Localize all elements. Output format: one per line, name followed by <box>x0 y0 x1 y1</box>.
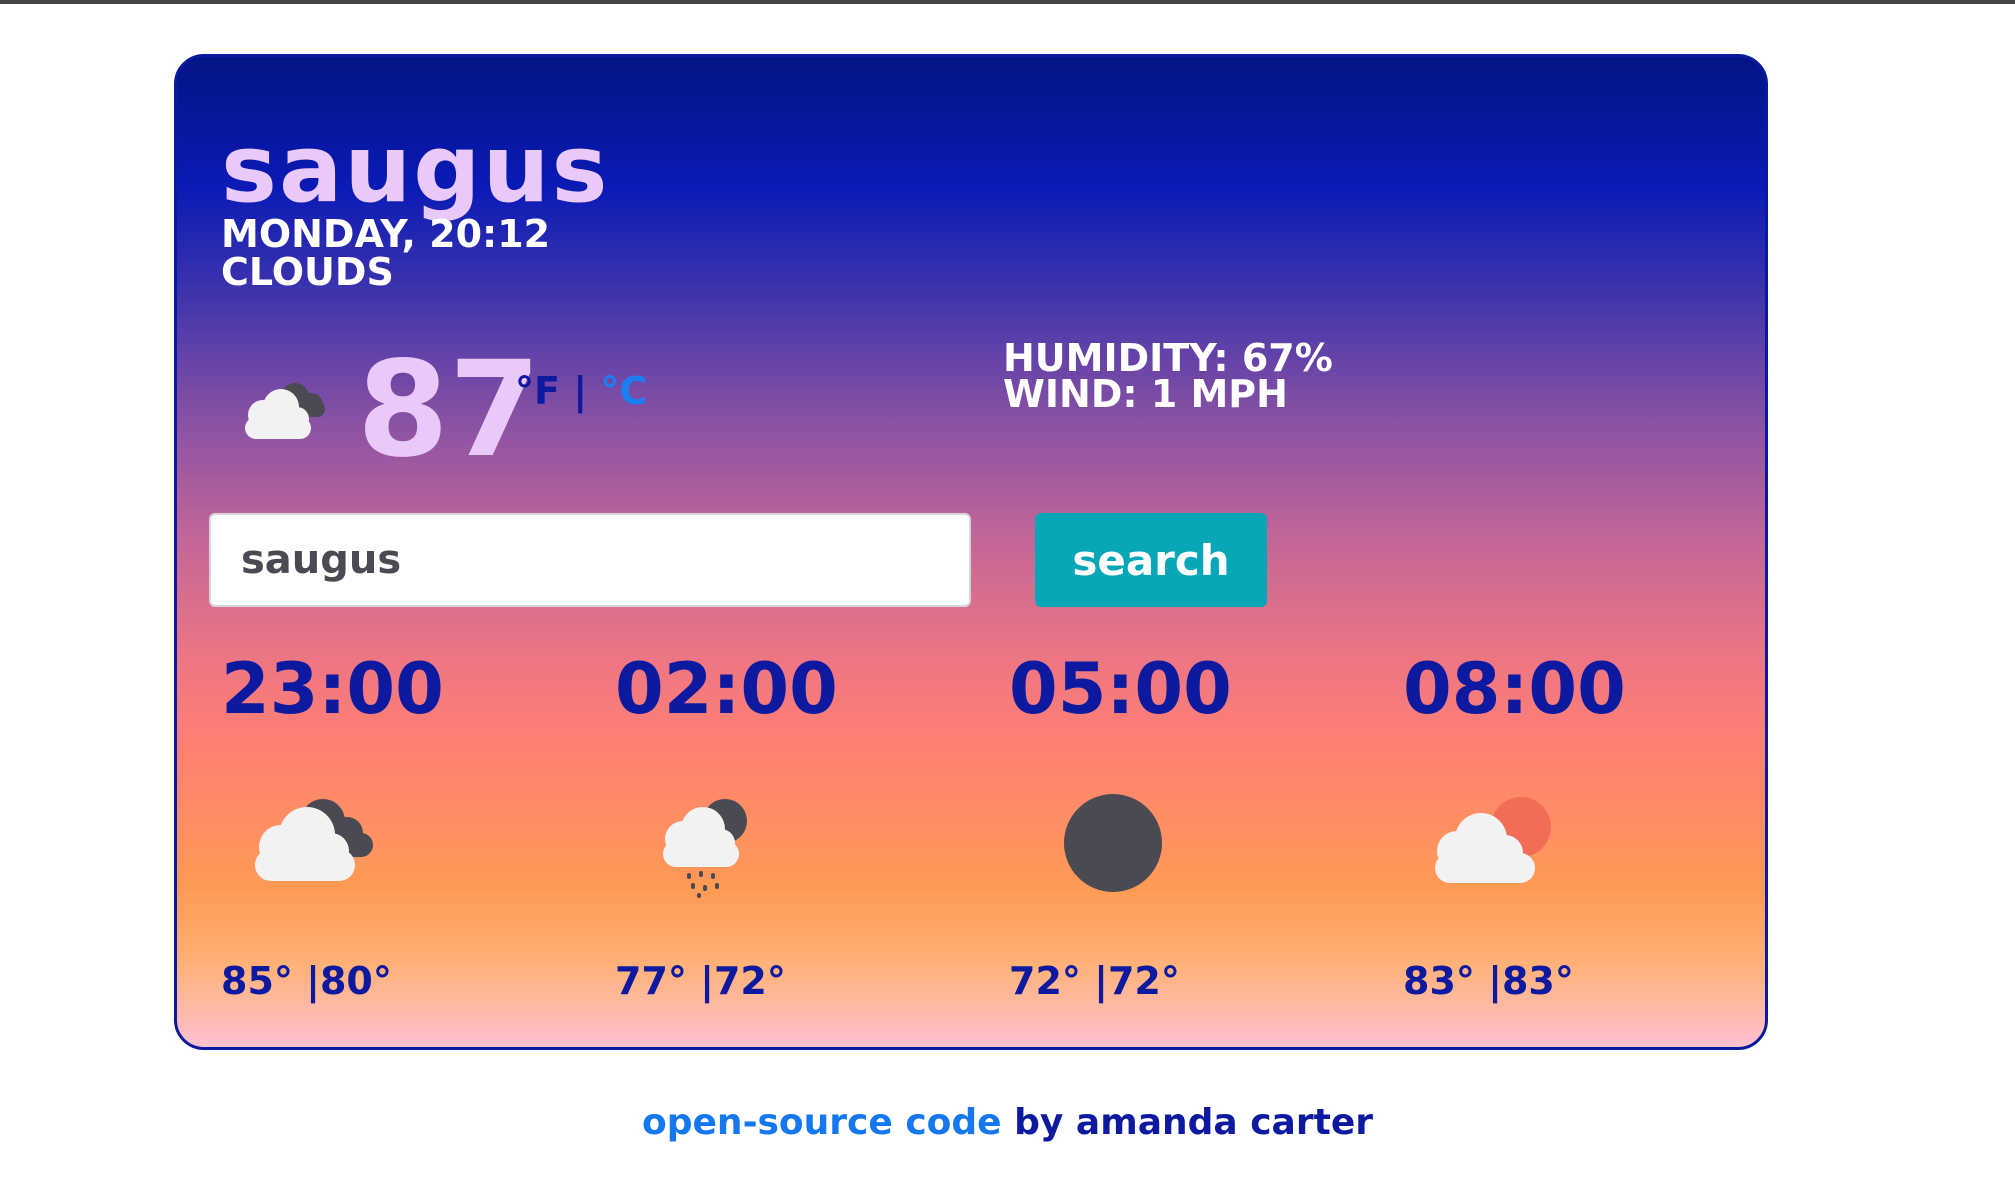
city-name: saugus <box>221 115 610 224</box>
forecast-item: 02:00 77° |72° <box>615 648 915 1003</box>
author-credit: by amanda carter <box>1001 1102 1373 1143</box>
forecast-time: 23:00 <box>221 648 444 730</box>
unit-separator: | <box>559 369 601 413</box>
clear-night-moon-icon <box>1023 789 1173 903</box>
date-time: MONDAY, 20:12 <box>221 212 551 256</box>
unit-toggle: °F | °C <box>515 369 647 413</box>
forecast-item: 08:00 83° |83° <box>1403 648 1703 1003</box>
weather-description: CLOUDS <box>221 250 394 294</box>
footer: open-source code by amanda carter <box>0 1102 2015 1143</box>
current-temperature: 87 <box>357 333 541 487</box>
partly-cloudy-day-icon <box>1417 789 1567 903</box>
forecast-temps: 83° |83° <box>1403 959 1574 1003</box>
forecast-time: 02:00 <box>615 648 838 730</box>
rain-night-icon <box>629 789 779 903</box>
celsius-link[interactable]: °C <box>600 369 647 413</box>
top-border <box>0 0 2015 4</box>
forecast-temps: 77° |72° <box>615 959 786 1003</box>
open-source-link[interactable]: open-source code <box>642 1102 1002 1143</box>
forecast-time: 05:00 <box>1009 648 1232 730</box>
search-input[interactable] <box>209 513 971 607</box>
wind: WIND: 1 MPH <box>1003 372 1288 416</box>
forecast-item: 23:00 85° |80° <box>221 648 521 1003</box>
forecast-item: 05:00 72° |72° <box>1009 648 1309 1003</box>
forecast-temps: 72° |72° <box>1009 959 1180 1003</box>
forecast-temps: 85° |80° <box>221 959 392 1003</box>
fahrenheit-link[interactable]: °F <box>515 369 560 413</box>
forecast-time: 08:00 <box>1403 648 1626 730</box>
search-button[interactable]: search <box>1035 513 1267 607</box>
weather-card: saugus MONDAY, 20:12 CLOUDS 87 °F | °C H… <box>174 54 1768 1050</box>
cloudy-icon <box>233 375 333 449</box>
broken-clouds-night-icon <box>235 789 385 893</box>
